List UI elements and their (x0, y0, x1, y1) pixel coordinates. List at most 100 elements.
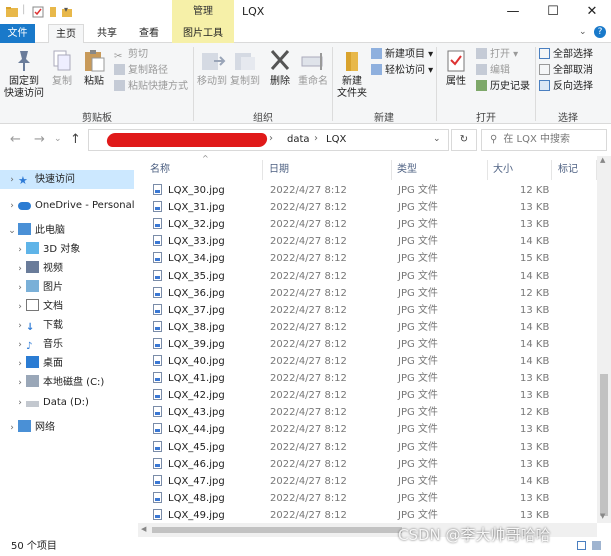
open-button[interactable]: 打开 ▾ (476, 48, 518, 62)
horizontal-scroll-thumb[interactable] (152, 527, 402, 533)
table-row[interactable]: LQX_46.jpg 2022/4/27 8:12 JPG 文件 13 KB (148, 456, 549, 473)
vertical-scrollbar[interactable]: ▲ ▼ (597, 156, 611, 523)
collapse-chevron-icon[interactable]: ⌄ (6, 222, 18, 241)
nav-item-quick-access[interactable]: › ★ 快速访问 (0, 170, 134, 189)
scroll-up-icon[interactable]: ▲ (600, 156, 605, 164)
collapse-ribbon-chevron-icon[interactable]: ⌄ (579, 27, 587, 37)
nav-item-onedrive[interactable]: › OneDrive - Personal (6, 196, 134, 216)
table-row[interactable]: LQX_49.jpg 2022/4/27 8:12 JPG 文件 13 KB (148, 507, 549, 524)
large-icons-view-icon[interactable] (592, 541, 601, 550)
up-arrow-icon[interactable]: ↑ (70, 132, 81, 147)
copy-to-button[interactable]: 复制到 (229, 49, 261, 88)
help-icon[interactable]: ? (594, 26, 606, 38)
details-view-icon[interactable] (577, 541, 586, 550)
column-header-type[interactable]: 类型 (397, 160, 417, 180)
new-folder-icon[interactable] (48, 6, 60, 18)
table-row[interactable]: LQX_36.jpg 2022/4/27 8:12 JPG 文件 12 KB (148, 285, 549, 302)
table-row[interactable]: LQX_44.jpg 2022/4/27 8:12 JPG 文件 13 KB (148, 421, 549, 438)
table-row[interactable]: LQX_35.jpg 2022/4/27 8:12 JPG 文件 14 KB (148, 268, 549, 285)
table-row[interactable]: LQX_45.jpg 2022/4/27 8:12 JPG 文件 13 KB (148, 439, 549, 456)
expand-chevron-icon[interactable]: › (6, 419, 18, 438)
paste-button[interactable]: 粘贴 (80, 49, 108, 88)
vertical-scroll-thumb[interactable] (600, 374, 608, 516)
expand-chevron-icon[interactable]: › (14, 260, 26, 279)
nav-item-desktop[interactable]: › 桌面 (14, 354, 63, 373)
delete-button[interactable]: 删除 (266, 49, 294, 88)
properties-button[interactable]: 属性 (440, 49, 472, 88)
breadcrumb-item-data[interactable]: data (287, 134, 310, 145)
back-arrow-icon[interactable]: ← (10, 132, 21, 147)
paste-shortcut-button[interactable]: 粘贴快捷方式 (114, 80, 188, 94)
rename-button[interactable]: 重命名 (296, 49, 330, 88)
column-header-tags[interactable]: 标记 (558, 160, 578, 180)
column-header-size[interactable]: 大小 (493, 160, 513, 180)
column-header-date[interactable]: 日期 (269, 160, 289, 180)
tab-file[interactable]: 文件 (0, 24, 35, 43)
nav-item-pictures[interactable]: › 图片 (14, 278, 63, 297)
column-divider[interactable] (391, 160, 392, 180)
new-folder-button[interactable]: 新建 文件夹 (336, 49, 368, 100)
move-to-button[interactable]: 移动到 (196, 49, 228, 88)
table-row[interactable]: LQX_30.jpg 2022/4/27 8:12 JPG 文件 12 KB (148, 182, 549, 199)
nav-item-3d-objects[interactable]: › 3D 对象 (14, 240, 80, 259)
history-button[interactable]: 历史记录 (476, 80, 530, 94)
select-none-button[interactable]: 全部取消 (539, 64, 593, 78)
invert-selection-button[interactable]: 反向选择 (539, 80, 593, 94)
table-row[interactable]: LQX_32.jpg 2022/4/27 8:12 JPG 文件 13 KB (148, 216, 549, 233)
copy-path-button[interactable]: 复制路径 (114, 64, 168, 78)
close-button[interactable]: ✕ (572, 0, 611, 24)
copy-button[interactable]: 复制 (48, 49, 76, 88)
column-header-name[interactable]: 名称 (150, 160, 170, 180)
expand-chevron-icon[interactable]: › (14, 241, 26, 260)
refresh-button[interactable]: ↻ (451, 129, 477, 151)
table-row[interactable]: LQX_47.jpg 2022/4/27 8:12 JPG 文件 14 KB (148, 473, 549, 490)
address-dropdown-chevron-icon[interactable]: ⌄ (433, 134, 441, 144)
table-row[interactable]: LQX_39.jpg 2022/4/27 8:12 JPG 文件 14 KB (148, 336, 549, 353)
customize-toolbar-chevron-icon[interactable]: ▾ (64, 5, 68, 14)
nav-item-downloads[interactable]: › ↓ 下载 (14, 316, 63, 335)
maximize-button[interactable]: ☐ (533, 0, 573, 24)
breadcrumb-item-lqx[interactable]: LQX (326, 134, 346, 145)
new-item-button[interactable]: 新建项目 ▾ (371, 48, 433, 62)
tab-share[interactable]: 共享 (88, 24, 126, 43)
scroll-down-icon[interactable]: ▼ (600, 512, 605, 520)
nav-item-network[interactable]: › 网络 (6, 418, 55, 437)
column-divider[interactable] (262, 160, 263, 180)
table-row[interactable]: LQX_34.jpg 2022/4/27 8:12 JPG 文件 15 KB (148, 250, 549, 267)
forward-arrow-icon[interactable]: → (34, 132, 45, 147)
table-row[interactable]: LQX_42.jpg 2022/4/27 8:12 JPG 文件 13 KB (148, 387, 549, 404)
nav-item-data-d[interactable]: › Data (D:) (14, 393, 89, 412)
column-divider[interactable] (487, 160, 488, 180)
expand-chevron-icon[interactable]: › (14, 279, 26, 298)
tab-picture-tools[interactable]: 图片工具 (172, 24, 234, 43)
select-all-button[interactable]: 全部选择 (539, 48, 593, 62)
scroll-left-icon[interactable]: ◀ (141, 525, 146, 533)
manage-contextual-tab[interactable]: 管理 (172, 0, 234, 24)
search-input[interactable]: ⚲ 在 LQX 中搜索 (481, 129, 607, 151)
pin-quick-access-button[interactable]: 固定到 快速访问 (4, 49, 44, 100)
nav-item-videos[interactable]: › 视频 (14, 259, 63, 278)
edit-button[interactable]: 编辑 (476, 64, 510, 78)
table-row[interactable]: LQX_31.jpg 2022/4/27 8:12 JPG 文件 13 KB (148, 199, 549, 216)
minimize-button[interactable]: — (493, 0, 533, 24)
table-row[interactable]: LQX_40.jpg 2022/4/27 8:12 JPG 文件 14 KB (148, 353, 549, 370)
table-row[interactable]: LQX_48.jpg 2022/4/27 8:12 JPG 文件 13 KB (148, 490, 549, 507)
expand-chevron-icon[interactable]: › (14, 374, 26, 393)
expand-chevron-icon[interactable]: › (14, 298, 26, 317)
expand-chevron-icon[interactable]: › (14, 317, 26, 336)
expand-chevron-icon[interactable]: › (6, 171, 18, 190)
expand-chevron-icon[interactable]: › (6, 197, 18, 216)
column-divider[interactable] (551, 160, 552, 180)
cut-button[interactable]: ✂ 剪切 (114, 48, 148, 62)
properties-icon[interactable] (32, 6, 44, 18)
expand-chevron-icon[interactable]: › (14, 355, 26, 374)
nav-item-this-pc[interactable]: ⌄ 此电脑 (6, 221, 65, 240)
tab-view[interactable]: 查看 (130, 24, 168, 43)
nav-item-documents[interactable]: › 文档 (14, 297, 63, 316)
table-row[interactable]: LQX_43.jpg 2022/4/27 8:12 JPG 文件 12 KB (148, 404, 549, 421)
nav-item-music[interactable]: › ♪ 音乐 (14, 335, 63, 354)
easy-access-button[interactable]: 轻松访问 ▾ (371, 64, 433, 78)
recent-locations-chevron-icon[interactable]: ⌄ (54, 134, 62, 144)
nav-item-local-disk-c[interactable]: › 本地磁盘 (C:) (14, 373, 104, 392)
expand-chevron-icon[interactable]: › (14, 336, 26, 355)
